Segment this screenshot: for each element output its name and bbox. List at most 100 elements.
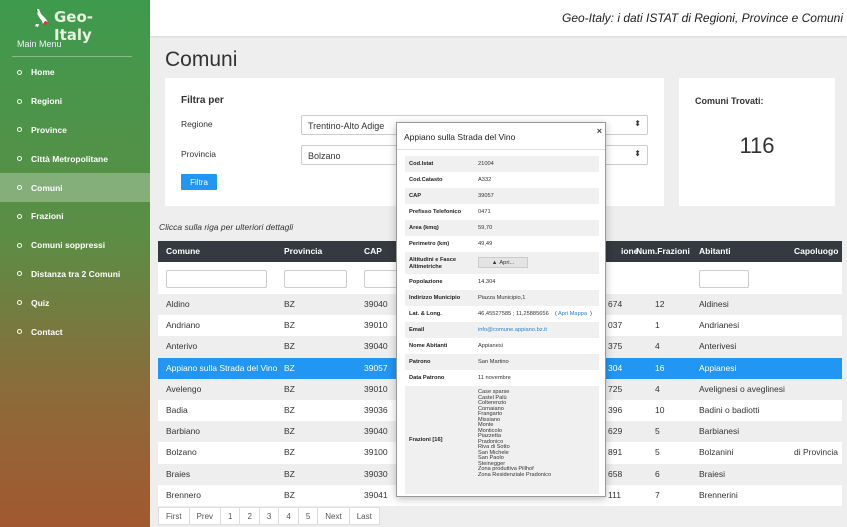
pager-next[interactable]: Next (318, 508, 350, 524)
detail-value: Piazza Municipio,1 (478, 295, 526, 301)
menu-divider (12, 56, 132, 57)
cell-abit: Brennerini (699, 489, 738, 500)
detail-value: 11 novembre (478, 375, 511, 381)
cell-comune: Braies (166, 468, 191, 479)
menu-title: Main Menu (17, 39, 62, 49)
detail-value: 39057 (478, 193, 494, 199)
altitudini-open-button[interactable]: ▲ Apri... (478, 257, 528, 268)
sidebar-item-distanza-tra-2-comuni[interactable]: Distanza tra 2 Comuni (0, 260, 150, 289)
detail-key: CAP (409, 193, 422, 199)
cell-fraz: 5 (655, 426, 660, 437)
comune-filter-input[interactable] (166, 270, 267, 288)
detail-row-prefisso-telefonico: Prefisso Telefonico 0471 (405, 204, 599, 220)
cell-comune: Bolzano (166, 447, 197, 458)
pager-2[interactable]: 2 (240, 508, 260, 524)
cell-fraz: 4 (655, 383, 660, 394)
cell-comune: Appiano sulla Strada del Vino (166, 362, 278, 373)
column-header-comune[interactable]: Comune (166, 241, 200, 262)
cell-comune: Andriano (166, 320, 201, 331)
mountain-icon: ▲ (491, 259, 498, 266)
sidebar-item-citta-metropolitane[interactable]: Città Metropolitane (0, 144, 150, 173)
bullet-icon (17, 127, 22, 133)
sidebar-item-frazioni[interactable]: Frazioni (0, 202, 150, 231)
cell-abit: Anterivesi (699, 341, 737, 352)
column-header-abitanti[interactable]: Abitanti (699, 241, 731, 262)
filter-title: Filtra per (181, 95, 224, 106)
pager-first[interactable]: First (159, 508, 190, 524)
detail-value: 49,49 (478, 241, 493, 247)
column-header-capoluogo[interactable]: Capoluogo (794, 241, 838, 262)
altitudini-button-label: Apri... (499, 259, 515, 266)
header-title: Geo-Italy: i dati ISTAT di Regioni, Prov… (561, 11, 843, 25)
detail-key: Data Patrono (409, 375, 445, 381)
pager-4[interactable]: 4 (279, 508, 299, 524)
abitanti-filter-input[interactable] (699, 270, 749, 288)
cell-comune: Badia (166, 404, 188, 415)
bullet-icon (17, 156, 22, 162)
sidebar-item-label: Frazioni (31, 211, 64, 222)
select-arrows-icon: ⬍ (634, 149, 641, 158)
sidebar-item-regioni[interactable]: Regioni (0, 87, 150, 116)
cell-pop: 629 (608, 426, 623, 437)
cell-fraz: 12 (655, 299, 665, 309)
cell-abit: Appianesi (699, 362, 737, 373)
provincia-filter-input[interactable] (284, 270, 347, 288)
cell-pop: 037 (608, 320, 623, 331)
pager-last[interactable]: Last (350, 508, 379, 524)
sidebar-item-label: Province (31, 124, 67, 135)
cell-cap: 39010 (364, 383, 388, 394)
cell-cap: 39100 (364, 447, 388, 458)
detail-row-altitudini-e-fasce-altimetriche: Altitudini e Fasce Altimetriche ▲ Apri... (405, 252, 599, 274)
detail-row-indirizzo-municipio: Indirizzo Municipio Piazza Municipio,1 (405, 290, 599, 306)
detail-value[interactable]: info@comune.appiano.bz.it (478, 327, 547, 333)
popup-title: Appiano sulla Strada del Vino (404, 132, 516, 142)
cell-cap: 39057 (364, 362, 388, 373)
pager-prev[interactable]: Prev (190, 508, 222, 524)
cell-abit: Barbianesi (699, 426, 740, 437)
column-header-num-frazioni[interactable]: Num.Frazioni (636, 241, 690, 262)
pager-5[interactable]: 5 (299, 508, 319, 524)
logo[interactable]: Geo-Italy (30, 6, 130, 44)
detail-key: Popolazione (409, 279, 443, 285)
cell-fraz: 7 (655, 489, 660, 500)
pagination: First Prev 1 2 3 4 5 Next Last (158, 507, 380, 525)
cell-pop: 396 (608, 404, 623, 415)
column-header-provincia[interactable]: Provincia (284, 241, 322, 262)
count-card: Comuni Trovati: 116 (679, 78, 835, 206)
column-header-cap[interactable]: CAP (364, 241, 382, 262)
detail-row-patrono: Patrono San Martino (405, 354, 599, 370)
frazioni-list: Case sparse Castel Palù Colterenzio Cornaia… (478, 389, 551, 478)
close-icon[interactable]: × (597, 126, 602, 136)
sidebar-item-label: Contact (31, 326, 63, 337)
sidebar-item-comuni-soppressi[interactable]: Comuni soppressi (0, 231, 150, 260)
detail-value: A332 (478, 177, 492, 183)
sidebar-item-label: Comuni soppressi (31, 240, 106, 251)
pager-1[interactable]: 1 (221, 508, 241, 524)
cell-fraz: 1 (655, 320, 660, 331)
cell-prov: BZ (284, 320, 295, 331)
detail-key: Altitudini e Fasce Altimetriche (409, 257, 457, 270)
detail-key: Perimetro (km) (409, 241, 450, 247)
sidebar-item-quiz[interactable]: Quiz (0, 288, 150, 317)
cell-abit: Badini o badiotti (699, 404, 760, 415)
regione-value: Trentino-Alto Adige (308, 121, 385, 131)
sidebar-item-comuni[interactable]: Comuni (0, 173, 150, 202)
detail-row-cap: CAP 39057 (405, 188, 599, 204)
pager-3[interactable]: 3 (260, 508, 280, 524)
apri-mappa-link[interactable]: Apri Mappa (558, 311, 587, 317)
sidebar-item-contact[interactable]: Contact (0, 317, 150, 346)
cell-fraz: 10 (655, 404, 665, 415)
cell-abit: Avelignesi o aveglinesi (699, 383, 785, 394)
cell-pop: 111 (608, 489, 621, 500)
sidebar-item-home[interactable]: Home (0, 58, 150, 87)
bullet-icon (17, 271, 22, 277)
bullet-icon (17, 213, 22, 219)
cell-prov: BZ (284, 447, 295, 458)
cell-fraz: 5 (655, 447, 660, 458)
detail-key: Prefisso Telefonico (409, 209, 462, 215)
sidebar-item-province[interactable]: Province (0, 116, 150, 145)
main-menu: Home Regioni Province Città Metropolitane Co… (0, 58, 150, 346)
filter-button[interactable]: Filtra (181, 174, 217, 190)
table-hint: Clicca sulla riga per ulteriori dettagli (159, 222, 294, 232)
cell-cap: 39036 (364, 404, 388, 415)
